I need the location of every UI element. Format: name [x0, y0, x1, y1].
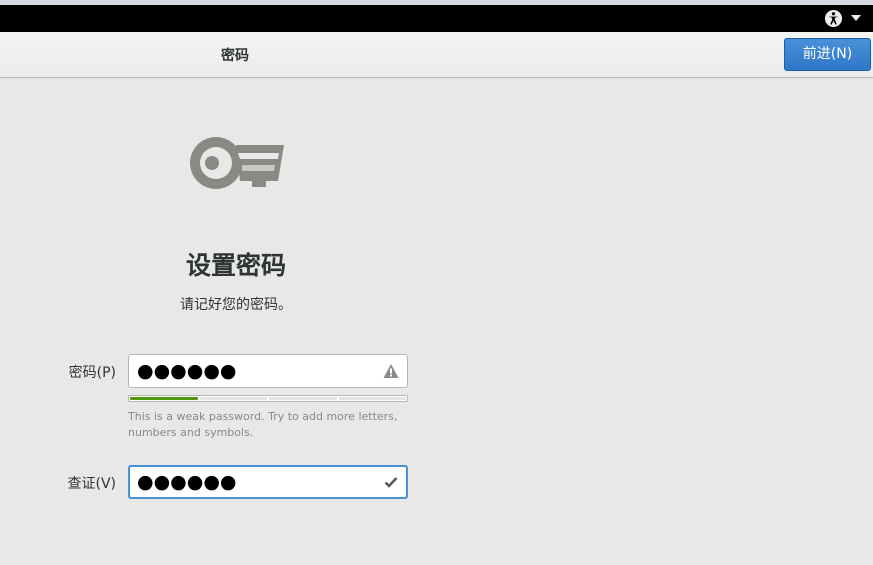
checkmark-icon	[384, 477, 398, 488]
password-strength-hint: This is a weak password. Try to add more…	[128, 410, 398, 439]
next-button[interactable]: 前进(N)	[784, 38, 871, 71]
password-label: 密码(P)	[68, 365, 116, 381]
system-top-bar	[0, 5, 873, 32]
confirm-password-input[interactable]: ●●●●●●	[128, 465, 408, 499]
header-bar: 密码 前进(N)	[0, 32, 873, 78]
strength-segment	[269, 397, 337, 400]
confirm-label: 查证(V)	[67, 476, 116, 492]
key-icon	[190, 137, 284, 189]
password-value: ●●●●●●	[137, 360, 237, 382]
confirm-value: ●●●●●●	[137, 471, 237, 493]
password-strength-bar	[128, 395, 408, 402]
strength-segment	[130, 397, 198, 400]
subheading: 请记好您的密码。	[180, 297, 292, 313]
strength-segment	[338, 397, 406, 400]
page-title: 密码	[221, 48, 249, 64]
warning-icon	[383, 364, 399, 378]
strength-segment	[199, 397, 267, 400]
caret-down-icon[interactable]	[851, 15, 861, 21]
password-input[interactable]: ●●●●●●	[128, 354, 408, 388]
main-heading: 设置密码	[185, 251, 286, 280]
accessibility-icon[interactable]	[824, 9, 843, 28]
